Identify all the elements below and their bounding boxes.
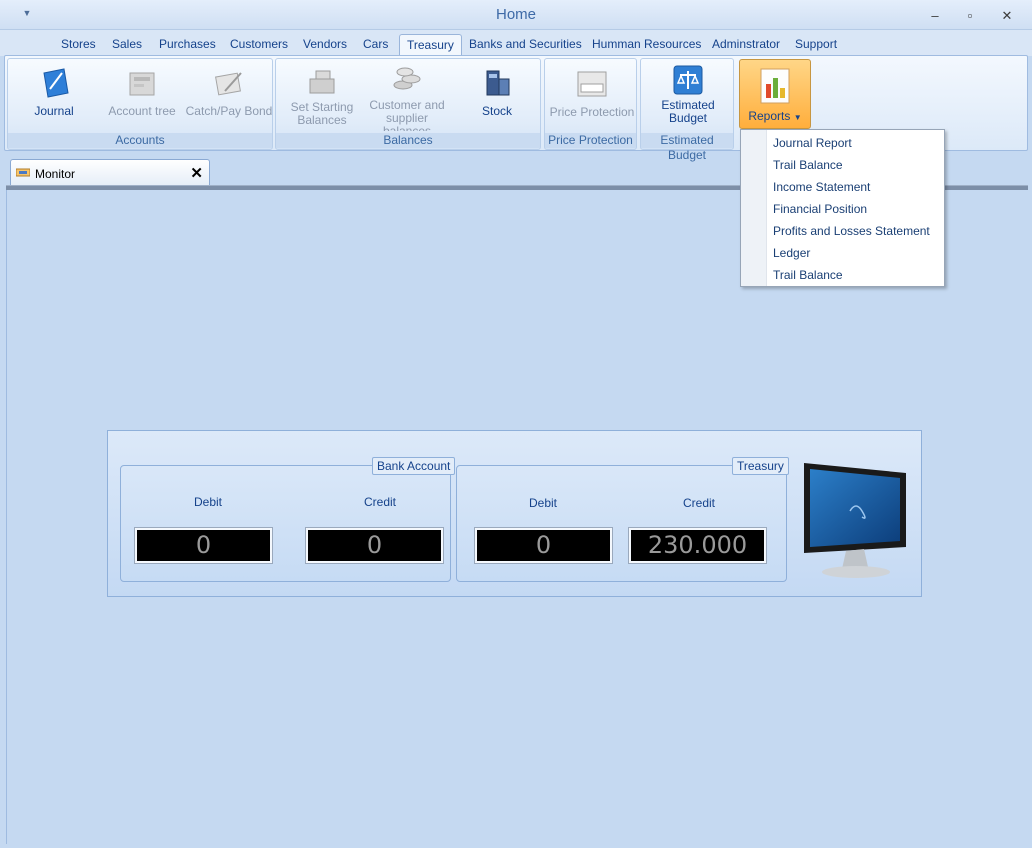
catch-pay-bond-button[interactable]: Catch/Pay Bond xyxy=(184,65,274,118)
tab-banks-and-securities[interactable]: Banks and Securities xyxy=(462,34,589,56)
scale-icon xyxy=(673,65,703,95)
bank-credit-label: Credit xyxy=(363,495,396,509)
stock-icon xyxy=(479,65,515,101)
tab-cars[interactable]: Cars xyxy=(356,34,395,56)
treasury-credit-display: 230.000 xyxy=(628,527,767,564)
menu-item-income-statement[interactable]: Income Statement xyxy=(773,177,870,197)
tab-treasury[interactable]: Treasury xyxy=(399,34,462,56)
tab-customers[interactable]: Customers xyxy=(223,34,295,56)
reports-dropdown-arrow-icon: ▼ xyxy=(793,113,802,122)
treasury-credit-label: Credit xyxy=(682,496,715,510)
catch-pay-bond-label: Catch/Pay Bond xyxy=(185,104,273,118)
tab-purchases[interactable]: Purchases xyxy=(152,34,223,56)
treasury-caption: Treasury xyxy=(732,457,789,475)
estimated-budget-button[interactable]: Estimated Budget xyxy=(643,65,733,125)
group-accounts: Journal Account tree Catch/Pay Bond Acco… xyxy=(7,58,273,150)
stock-button[interactable]: Stock xyxy=(458,65,536,118)
menu-gutter xyxy=(741,130,767,286)
menu-item-ledger[interactable]: Ledger xyxy=(773,243,810,263)
tab-human-resources[interactable]: Humman Resources xyxy=(585,34,708,56)
ribbon-tabs: Stores Sales Purchases Customers Vendors… xyxy=(0,30,1032,56)
bank-account-caption: Bank Account xyxy=(372,457,456,475)
catch-pay-bond-icon xyxy=(211,65,247,101)
tab-vendors[interactable]: Vendors xyxy=(296,34,354,56)
tab-administrator[interactable]: Adminstrator xyxy=(705,34,787,56)
group-price-protection: Price Protection Price Protection xyxy=(544,58,637,150)
menu-item-trail-balance[interactable]: Trail Balance xyxy=(773,155,843,175)
close-tab-icon[interactable]: ✕ xyxy=(190,164,203,182)
tab-stores[interactable]: Stores xyxy=(54,34,103,56)
bank-account-box: Bank Account Debit Credit 0 0 xyxy=(120,457,456,582)
title-bar: ▼ Home – ▫ ✕ xyxy=(0,0,1032,30)
group-label-estimated-budget: Estimated Budget xyxy=(641,133,733,162)
menu-item-financial-position[interactable]: Financial Position xyxy=(773,199,867,219)
reports-label: Reports xyxy=(748,109,791,123)
tab-support[interactable]: Support xyxy=(788,34,844,56)
estimated-budget-label: Estimated Budget xyxy=(661,98,715,125)
set-starting-balances-label: Set Starting Balances xyxy=(290,100,354,127)
reports-dropdown-menu: Journal Report Trail Balance Income Stat… xyxy=(740,129,945,287)
bank-credit-display: 0 xyxy=(305,527,444,564)
price-tag-icon xyxy=(576,68,608,100)
menu-item-trail-balance-2[interactable]: Trail Balance xyxy=(773,265,843,285)
computer-monitor-icon xyxy=(802,461,910,581)
monitor-tab-icon xyxy=(15,167,31,177)
menu-item-journal-report[interactable]: Journal Report xyxy=(773,133,852,153)
menu-item-profits-and-losses-statement[interactable]: Profits and Losses Statement xyxy=(773,221,930,241)
group-label-price-protection: Price Protection xyxy=(545,133,636,148)
window-title: Home xyxy=(495,6,536,23)
price-protection-label: Price Protection xyxy=(549,105,635,119)
bank-debit-label: Debit xyxy=(193,495,222,509)
tab-monitor[interactable]: Monitor ✕ xyxy=(10,159,210,185)
minimize-button[interactable]: – xyxy=(922,6,948,26)
set-starting-balances-button[interactable]: Set Starting Balances xyxy=(282,63,362,127)
account-tree-button[interactable]: Account tree xyxy=(102,65,182,118)
bank-debit-display: 0 xyxy=(134,527,273,564)
customer-supplier-balances-label: Customer and supplier balances xyxy=(369,98,445,132)
group-balances: Set Starting Balances Customer and suppl… xyxy=(275,58,541,150)
account-tree-label: Account tree xyxy=(108,104,176,118)
customer-supplier-balances-button[interactable]: Customer and supplier balances xyxy=(366,61,448,131)
monitor-dashboard: Bank Account Debit Credit 0 0 Treasury D… xyxy=(107,430,922,597)
stock-label: Stock xyxy=(481,104,512,118)
maximize-button[interactable]: ▫ xyxy=(957,6,983,26)
tab-sales[interactable]: Sales xyxy=(105,34,149,56)
coins-icon xyxy=(389,61,425,97)
treasury-debit-label: Debit xyxy=(528,496,557,510)
reports-chart-icon xyxy=(758,66,792,106)
cash-register-icon xyxy=(304,63,340,99)
group-label-balances: Balances xyxy=(276,133,540,148)
group-label-accounts: Accounts xyxy=(8,133,272,148)
treasury-debit-display: 0 xyxy=(474,527,613,564)
monitor-tab-label: Monitor xyxy=(35,167,76,181)
price-protection-button[interactable]: Price Protection xyxy=(547,68,637,119)
account-tree-icon xyxy=(124,65,160,101)
journal-button[interactable]: Journal xyxy=(14,65,94,118)
journal-icon xyxy=(36,65,72,101)
journal-label: Journal xyxy=(34,104,74,118)
treasury-box: Treasury Debit Credit 0 230.000 xyxy=(456,457,789,582)
reports-button[interactable]: Reports ▼ xyxy=(739,59,811,129)
group-estimated-budget: Estimated Budget Estimated Budget xyxy=(640,58,734,162)
close-button[interactable]: ✕ xyxy=(994,6,1020,26)
